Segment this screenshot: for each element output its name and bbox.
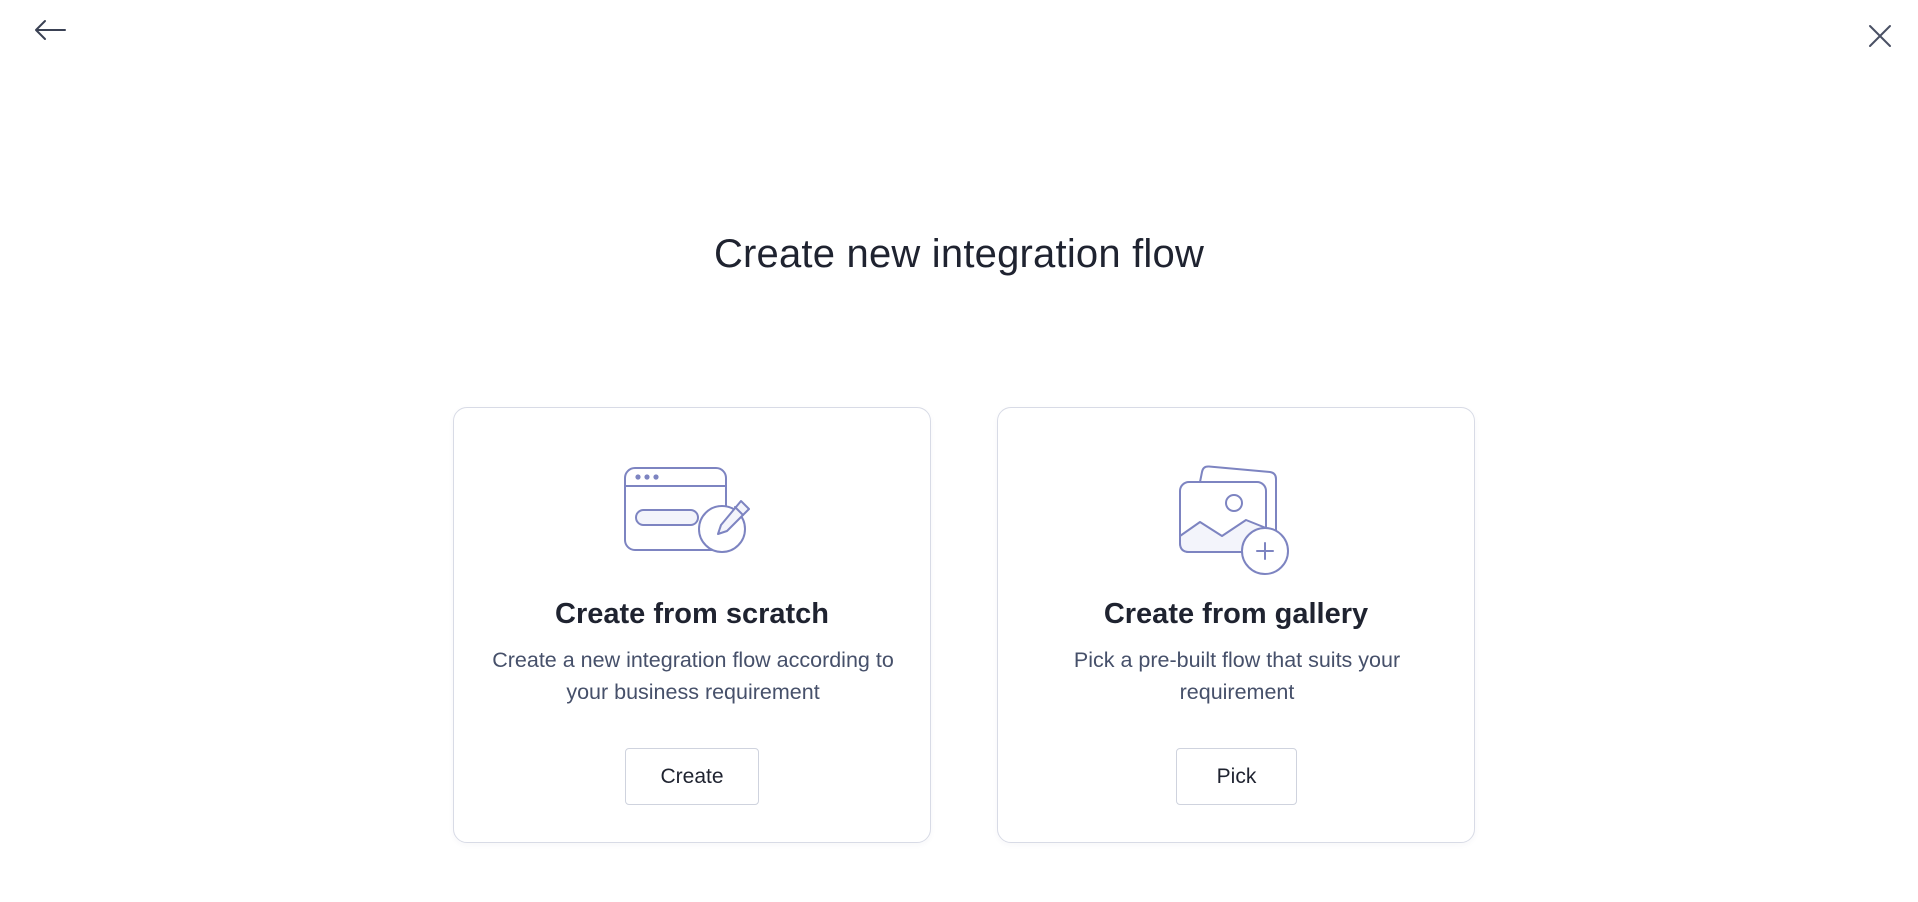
card-title: Create from scratch bbox=[555, 598, 829, 630]
card-illustration bbox=[998, 464, 1474, 575]
create-button[interactable]: Create bbox=[625, 748, 759, 805]
close-button[interactable] bbox=[1862, 18, 1898, 54]
back-button[interactable] bbox=[28, 12, 72, 48]
card-description: Create a new integration flow according … bbox=[492, 648, 894, 704]
create-from-scratch-card: Create from scratch Create a new integra… bbox=[453, 407, 931, 843]
arrow-left-icon bbox=[35, 20, 66, 40]
card-description: Pick a pre-built flow that suits your re… bbox=[1073, 648, 1401, 704]
browser-edit-icon bbox=[624, 467, 750, 553]
gallery-add-icon bbox=[1179, 465, 1289, 575]
page-title: Create new integration flow bbox=[713, 232, 1205, 276]
close-icon bbox=[1869, 25, 1891, 47]
pick-button[interactable]: Pick bbox=[1176, 748, 1297, 805]
create-flow-page: Create new integration flow Create from … bbox=[0, 0, 1918, 902]
card-illustration bbox=[454, 464, 930, 574]
create-from-gallery-card: Create from gallery Pick a pre-built flo… bbox=[997, 407, 1475, 843]
card-title: Create from gallery bbox=[1103, 598, 1369, 630]
